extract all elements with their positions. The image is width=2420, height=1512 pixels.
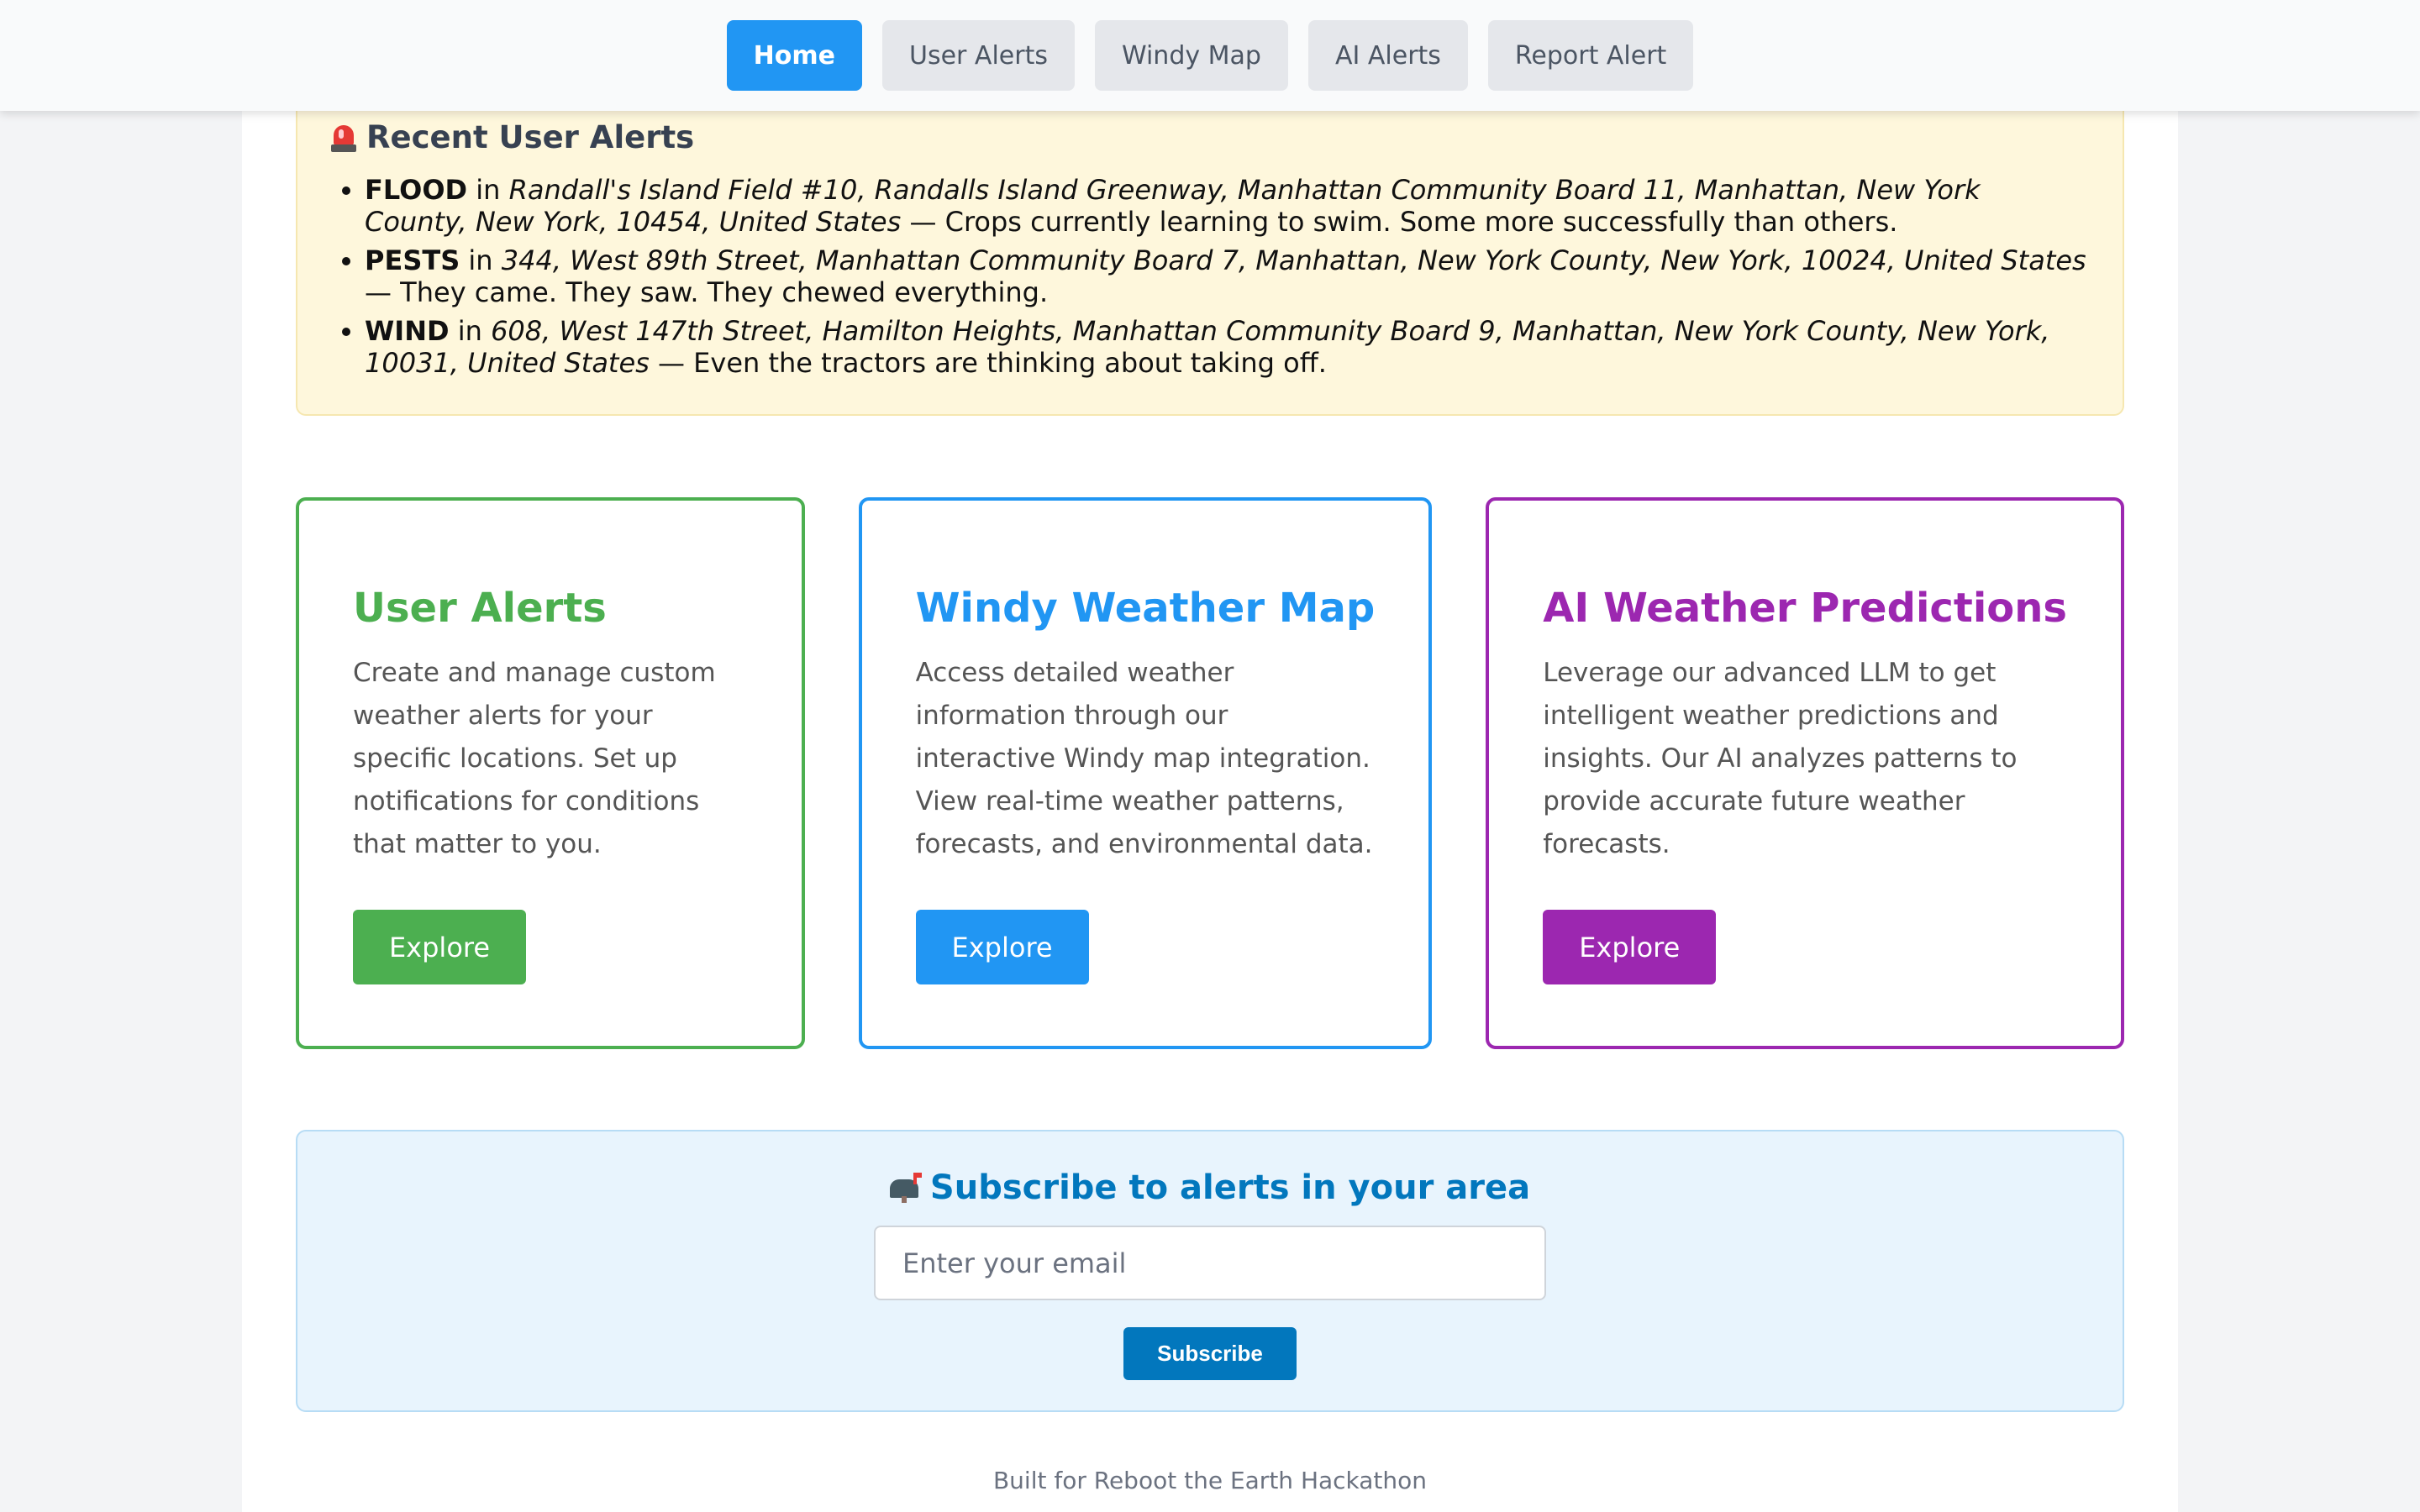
feature-cards: User Alerts Create and manage custom wea…	[296, 497, 2124, 1049]
card-title: User Alerts	[353, 585, 607, 632]
top-nav: Home User Alerts Windy Map AI Alerts Rep…	[0, 0, 2420, 111]
alert-location: 344, West 89th Street, Manhattan Communi…	[501, 244, 2086, 276]
card-description: Leverage our advanced LLM to get intelli…	[1543, 658, 2018, 859]
card-description: Create and manage custom weather alerts …	[353, 658, 716, 859]
subscribe-title: Subscribe to alerts in your area	[929, 1168, 1531, 1207]
nav-home-button[interactable]: Home	[726, 20, 862, 91]
footer-text: Built for Reboot the Earth Hackathon	[992, 1467, 1428, 1494]
alert-list: FLOOD in Randall's Island Field #10, Ran…	[331, 174, 2089, 379]
list-item: PESTS in 344, West 89th Street, Manhatta…	[365, 244, 2089, 308]
nav-windy-map-button[interactable]: Windy Map	[1094, 20, 1288, 91]
card-title: AI Weather Predictions	[1543, 585, 2067, 632]
card-description: Access detailed weather information thro…	[915, 658, 1373, 859]
ai-predictions-explore-button[interactable]: Explore	[1543, 910, 1717, 984]
siren-icon	[331, 123, 356, 152]
alert-in: in	[468, 244, 493, 276]
nav-report-alert-button[interactable]: Report Alert	[1487, 20, 1694, 91]
user-alerts-explore-button[interactable]: Explore	[353, 910, 526, 984]
subscribe-button[interactable]: Subscribe	[1123, 1327, 1297, 1380]
alert-in: in	[476, 174, 501, 206]
mailbox-icon	[889, 1173, 922, 1203]
user-alerts-card: User Alerts Create and manage custom wea…	[296, 497, 805, 1049]
subscribe-panel: Subscribe to alerts in your area Subscri…	[296, 1130, 2124, 1412]
email-field[interactable]	[874, 1226, 1546, 1300]
ai-predictions-card: AI Weather Predictions Leverage our adva…	[1486, 497, 2124, 1049]
nav-user-alerts-button[interactable]: User Alerts	[882, 20, 1075, 91]
subscribe-heading: Subscribe to alerts in your area	[889, 1168, 1531, 1207]
alert-type: PESTS	[365, 244, 460, 276]
list-item: FLOOD in Randall's Island Field #10, Ran…	[365, 174, 2089, 238]
windy-map-card: Windy Weather Map Access detailed weathe…	[858, 497, 1433, 1049]
alert-message: — Crops currently learning to swim. Some…	[909, 206, 1898, 238]
alert-type: FLOOD	[365, 174, 468, 206]
list-item: WIND in 608, West 147th Street, Hamilton…	[365, 315, 2089, 379]
card-title: Windy Weather Map	[915, 585, 1376, 632]
recent-alerts-panel: Recent User Alerts FLOOD in Randall's Is…	[296, 84, 2124, 416]
recent-alerts-heading: Recent User Alerts	[331, 119, 2089, 155]
alert-message: — They came. They saw. They chewed every…	[365, 276, 1049, 308]
main-content: Recent User Alerts FLOOD in Randall's Is…	[242, 0, 2178, 1512]
alert-message: — Even the tractors are thinking about t…	[658, 347, 1327, 379]
nav-ai-alerts-button[interactable]: AI Alerts	[1307, 20, 1468, 91]
windy-map-explore-button[interactable]: Explore	[915, 910, 1089, 984]
alert-in: in	[457, 315, 482, 347]
alert-type: WIND	[365, 315, 450, 347]
recent-alerts-title: Recent User Alerts	[366, 119, 695, 155]
